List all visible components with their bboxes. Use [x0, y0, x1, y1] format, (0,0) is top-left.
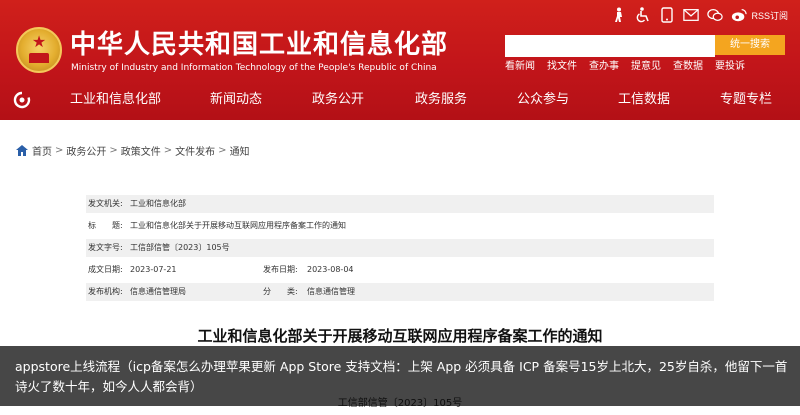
quick-link-services[interactable]: 查办事 [589, 61, 619, 73]
pub-date-label: 发布日期: [263, 265, 298, 274]
info-row-issuer: 发文机关: 工业和信息化部 [86, 195, 714, 213]
top-utility-icons: RSS订阅 [611, 5, 788, 25]
breadcrumb-file-release[interactable]: 文件发布 [175, 143, 215, 158]
info-row-title: 标 题: 工业和信息化部关于开展移动互联网应用程序备案工作的通知 [86, 217, 714, 235]
docno-label: 发文字号: [88, 243, 123, 252]
document-info-table: 发文机关: 工业和信息化部 标 题: 工业和信息化部关于开展移动互联网应用程序备… [86, 195, 714, 303]
nav-item-gov-affairs[interactable]: 政务公开 [312, 90, 364, 110]
title-value: 工业和信息化部关于开展移动互联网应用程序备案工作的通知 [130, 221, 346, 230]
quick-link-data[interactable]: 查数据 [673, 61, 703, 73]
mail-icon[interactable] [683, 7, 700, 23]
search-button[interactable]: 统一搜索 [715, 35, 785, 55]
search-input[interactable] [505, 36, 715, 57]
date-label: 成文日期: [88, 265, 123, 274]
docno-value: 工信部信管〔2023〕105号 [130, 243, 230, 252]
search-box [505, 35, 715, 57]
wechat-icon[interactable] [707, 7, 724, 23]
quick-link-news[interactable]: 看新闻 [505, 61, 535, 73]
national-emblem[interactable]: ★ [16, 27, 62, 73]
issuer-label: 发文机关: [88, 199, 123, 208]
category-value: 信息通信管理 [307, 287, 355, 296]
quick-link-files[interactable]: 找文件 [547, 61, 577, 73]
document-title: 工业和信息化部关于开展移动互联网应用程序备案工作的通知 [197, 327, 603, 345]
nav-item-participation[interactable]: 公众参与 [517, 90, 569, 110]
caption-overlay: appstore上线流程（icp备案怎么办理苹果更新 App Store 支持文… [0, 346, 800, 406]
home-breadcrumb-icon[interactable] [16, 145, 28, 156]
pub-date-value: 2023-08-04 [307, 265, 354, 274]
site-subtitle: Ministry of Industry and Information Tec… [71, 63, 437, 73]
breadcrumb-notice[interactable]: 通知 [230, 143, 250, 158]
weibo-icon[interactable] [731, 7, 748, 23]
breadcrumb-policy-files[interactable]: 政策文件 [121, 143, 161, 158]
elderly-icon[interactable] [611, 7, 627, 23]
main-nav: 工业和信息化部 新闻动态 政务公开 政务服务 公众参与 工信数据 专题专栏 [0, 84, 800, 118]
breadcrumb-home[interactable]: 首页 [32, 143, 52, 158]
info-row-docno: 发文字号: 工信部信管〔2023〕105号 [86, 239, 714, 257]
info-row-dates: 成文日期: 2023-07-21 发布日期: 2023-08-04 [86, 261, 714, 279]
site-header: ★ 中华人民共和国工业和信息化部 Ministry of Industry an… [0, 0, 800, 120]
category-label: 分 类: [263, 287, 298, 296]
breadcrumb-gov-affairs[interactable]: 政务公开 [66, 143, 106, 158]
mobile-icon[interactable] [659, 7, 675, 23]
info-row-org: 发布机构: 信息通信管理局 分 类: 信息通信管理 [86, 283, 714, 301]
quick-link-complaint[interactable]: 要投诉 [715, 61, 745, 73]
home-icon[interactable] [13, 91, 31, 109]
nav-item-data[interactable]: 工信数据 [618, 90, 670, 110]
caption-text: appstore上线流程（icp备案怎么办理苹果更新 App Store 支持文… [15, 359, 788, 394]
breadcrumb-separator: > [218, 145, 227, 156]
breadcrumb-separator: > [55, 145, 64, 156]
nav-item-ministry[interactable]: 工业和信息化部 [70, 90, 161, 110]
site-title[interactable]: 中华人民共和国工业和信息化部 [70, 30, 448, 60]
breadcrumb-separator: > [109, 145, 118, 156]
breadcrumb: 首页 > 政务公开 > 政策文件 > 文件发布 > 通知 [16, 143, 250, 158]
nav-item-topics[interactable]: 专题专栏 [720, 90, 772, 110]
accessibility-icon[interactable] [635, 7, 651, 23]
breadcrumb-separator: > [163, 145, 173, 156]
org-value: 信息通信管理局 [130, 287, 186, 296]
nav-item-services[interactable]: 政务服务 [415, 90, 467, 110]
date-value: 2023-07-21 [130, 265, 177, 274]
quick-links: 看新闻 找文件 查办事 提意见 查数据 要投诉 [505, 61, 745, 73]
nav-item-news[interactable]: 新闻动态 [210, 90, 262, 110]
rss-link[interactable]: RSS订阅 [751, 9, 788, 22]
title-label: 标 题: [88, 221, 123, 230]
issuer-value: 工业和信息化部 [130, 199, 186, 208]
org-label: 发布机构: [88, 287, 123, 296]
quick-link-feedback[interactable]: 提意见 [631, 61, 661, 73]
